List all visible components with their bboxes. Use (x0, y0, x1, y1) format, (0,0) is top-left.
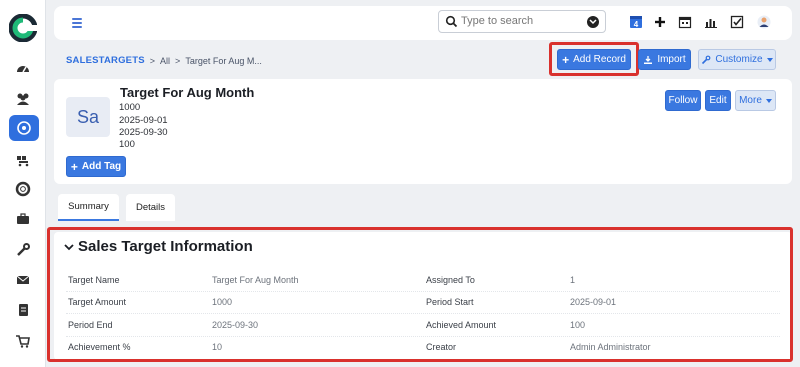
record-achieved: 100 (119, 139, 135, 150)
breadcrumb-all[interactable]: All (160, 56, 170, 66)
add-tag-button[interactable]: + Add Tag (66, 156, 126, 177)
add-record-label: Add Record (573, 54, 626, 65)
download-icon (644, 55, 653, 64)
breadcrumb-separator: > (149, 55, 156, 66)
app-logo[interactable] (8, 13, 38, 43)
follow-button[interactable]: Follow (665, 90, 701, 111)
cart-icon[interactable] (10, 328, 36, 354)
highlight-info-panel (47, 227, 793, 362)
breadcrumb-current: Target For Aug M... (185, 55, 262, 66)
target-icon[interactable] (9, 115, 39, 141)
breadcrumb-separator: > (175, 55, 181, 66)
import-label: Import (657, 54, 686, 65)
wrench-icon (702, 55, 711, 64)
customize-button[interactable]: Customize (698, 49, 776, 70)
dashboard-icon[interactable] (10, 56, 36, 82)
tab-details-label: Details (135, 202, 166, 213)
tab-summary-label: Summary (68, 201, 109, 212)
menu-toggle-icon[interactable] (68, 12, 90, 34)
calendar-icon[interactable] (678, 15, 692, 29)
more-label: More (739, 95, 762, 106)
add-tag-label: Add Tag (81, 161, 122, 172)
support-icon[interactable] (10, 176, 36, 202)
document-icon[interactable] (10, 297, 36, 323)
email-icon[interactable] (10, 267, 36, 293)
record-amount: 1000 (119, 102, 141, 113)
sidebar (0, 0, 46, 367)
tasks-check-icon[interactable] (730, 15, 744, 29)
tab-summary[interactable]: Summary (58, 194, 119, 221)
calendar-day-icon[interactable]: 4 (629, 15, 643, 29)
caret-down-icon (766, 57, 773, 62)
record-title: Target For Aug Month (120, 85, 255, 100)
plus-icon: + (562, 52, 570, 67)
breadcrumb: SALESTARGETS > All > Target For Aug M... (66, 55, 262, 66)
import-button[interactable]: Import (638, 49, 691, 70)
record-period-end: 2025-09-30 (119, 127, 168, 138)
more-dropdown-button[interactable]: More (735, 90, 776, 111)
record-avatar: Sa (66, 97, 110, 137)
search-placeholder: Type to search (461, 15, 534, 27)
users-icon[interactable] (10, 86, 36, 112)
caret-down-icon (765, 98, 772, 103)
search-input[interactable]: Type to search (438, 10, 606, 33)
plus-icon[interactable] (653, 15, 667, 29)
record-header-card: Sa Target For Aug Month 1000 2025-09-01 … (54, 79, 792, 184)
plus-icon: + (70, 159, 78, 174)
customize-label: Customize (715, 54, 763, 65)
svg-text:4: 4 (634, 20, 639, 29)
search-dropdown-icon[interactable] (587, 16, 599, 28)
tab-details[interactable]: Details (126, 194, 175, 221)
briefcase-icon[interactable] (10, 206, 36, 232)
tools-icon[interactable] (10, 237, 36, 263)
add-record-button[interactable]: + Add Record (557, 49, 631, 70)
edit-label: Edit (709, 95, 727, 106)
breadcrumb-module[interactable]: SALESTARGETS (66, 55, 145, 66)
sales-icon[interactable] (10, 146, 36, 172)
reports-chart-icon[interactable] (704, 15, 718, 29)
record-period-start: 2025-09-01 (119, 115, 168, 126)
search-icon (445, 15, 458, 28)
top-bar: Type to search 4 (54, 6, 792, 40)
edit-button[interactable]: Edit (705, 90, 731, 111)
follow-label: Follow (668, 95, 698, 106)
user-avatar-icon[interactable] (757, 15, 771, 29)
